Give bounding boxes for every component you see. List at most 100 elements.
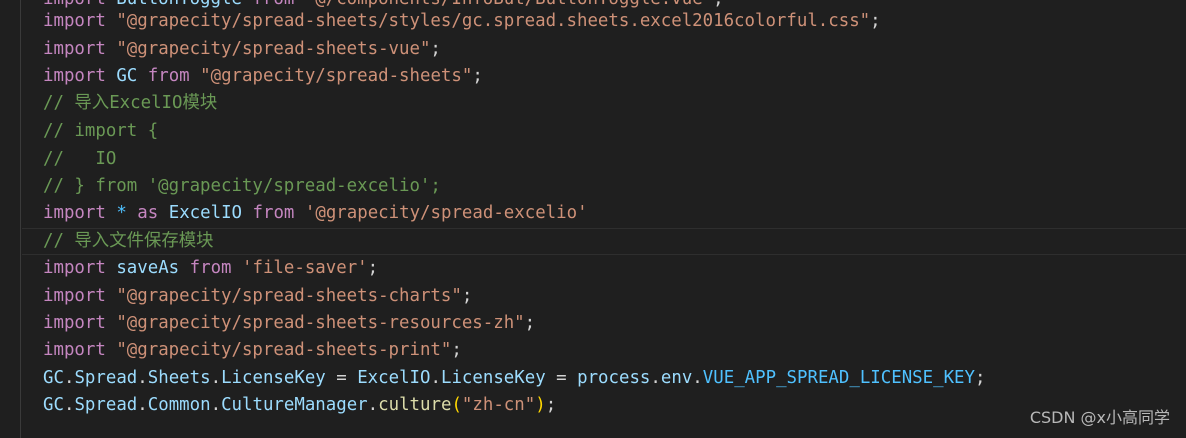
code-line-2[interactable]: import "@grapecity/spread-sheets-vue"; (43, 36, 441, 63)
identifier: CultureManager (221, 395, 368, 415)
identifier: LicenseKey (440, 368, 546, 388)
identifier: Spread (74, 395, 138, 415)
constant: VUE_APP_SPREAD_LICENSE_KEY (702, 368, 976, 388)
keyword: import (43, 39, 106, 59)
identifier: GC (116, 66, 138, 86)
operator: = (545, 368, 578, 388)
code-line-15[interactable]: GC.Spread.Common.CultureManager.culture(… (43, 392, 556, 419)
code-editor[interactable]: import ButtonToggle from '@/components/I… (0, 0, 1186, 438)
bracket: ) (535, 395, 546, 415)
identifier: ExcelIO (168, 203, 243, 223)
code-line-5[interactable]: // import { (43, 118, 158, 145)
comment: // } from '@grapecity/spread-excelio'; (43, 176, 441, 196)
code-line-12[interactable]: import "@grapecity/spread-sheets-resourc… (43, 310, 535, 337)
comment: // 导入ExcelIO模块 (43, 93, 218, 113)
code-line-7[interactable]: // } from '@grapecity/spread-excelio'; (43, 173, 441, 200)
code-line-13[interactable]: import "@grapecity/spread-sheets-print"; (43, 337, 462, 364)
comment: // IO (43, 149, 117, 169)
keyword: import (43, 286, 106, 306)
keyword: import (43, 66, 106, 86)
code-line-9[interactable]: // 导入文件保存模块 (43, 228, 214, 255)
keyword: import (43, 340, 106, 360)
dot: . (63, 395, 75, 415)
dot: . (63, 368, 75, 388)
string-literal: "@grapecity/spread-sheets/styles/gc.spre… (116, 11, 871, 31)
code-line-11[interactable]: import "@grapecity/spread-sheets-charts"… (43, 283, 472, 310)
string-literal: "zh-cn" (461, 395, 536, 415)
identifier: Spread (74, 368, 138, 388)
code-line-4[interactable]: // 导入ExcelIO模块 (43, 90, 217, 117)
identifier: env (660, 368, 693, 388)
string-literal: 'file-saver' (242, 258, 368, 278)
keyword: import (43, 11, 106, 31)
string-literal: '@grapecity/spread-excelio' (304, 203, 588, 223)
identifier: GC (43, 368, 64, 388)
identifier: Common (147, 395, 211, 415)
semicolon: ; (367, 258, 379, 278)
function-name: culture (378, 395, 452, 415)
keyword: as (137, 203, 159, 223)
dot: . (210, 368, 222, 388)
string-literal: "@grapecity/spread-sheets" (200, 66, 473, 86)
semicolon: ; (975, 368, 986, 388)
asterisk: * (116, 203, 127, 223)
semicolon: ; (451, 340, 462, 360)
comment: // 导入文件保存模块 (43, 231, 214, 251)
keyword: import (43, 313, 106, 333)
dot: . (430, 368, 441, 388)
identifier: GC (43, 395, 64, 415)
semicolon: ; (870, 11, 881, 31)
semicolon: ; (545, 395, 557, 415)
indent-guide (20, 0, 21, 438)
keyword: from (252, 203, 295, 223)
dot: . (367, 395, 379, 415)
keyword: import (43, 258, 106, 278)
identifier: LicenseKey (221, 368, 326, 388)
string-literal: "@grapecity/spread-sheets-vue" (116, 39, 431, 59)
dot: . (210, 395, 222, 415)
dot: . (137, 368, 148, 388)
semicolon: ; (524, 313, 536, 333)
code-line-6[interactable]: // IO (43, 146, 116, 173)
dot: . (650, 368, 661, 388)
code-line-8[interactable]: import * as ExcelIO from '@grapecity/spr… (43, 200, 588, 227)
dot: . (137, 395, 148, 415)
identifier: process (577, 368, 651, 388)
identifier: ExcelIO (357, 368, 431, 388)
semicolon: ; (472, 66, 483, 86)
watermark-text: CSDN @x小高同学 (1029, 408, 1170, 427)
string-literal: "@grapecity/spread-sheets-resources-zh" (116, 313, 525, 333)
keyword: import (43, 203, 106, 223)
dot: . (692, 368, 703, 388)
semicolon: ; (461, 286, 473, 306)
code-line-3[interactable]: import GC from "@grapecity/spread-sheets… (43, 63, 483, 90)
code-line-1[interactable]: import "@grapecity/spread-sheets/styles/… (43, 8, 881, 35)
identifier: saveAs (116, 258, 180, 278)
string-literal: "@grapecity/spread-sheets-print" (116, 340, 452, 360)
keyword: from (189, 258, 232, 278)
code-line-10[interactable]: import saveAs from 'file-saver'; (43, 255, 378, 282)
comment: // import { (43, 121, 159, 141)
identifier: Sheets (147, 368, 211, 388)
keyword: from (147, 66, 190, 86)
semicolon: ; (430, 39, 441, 59)
bracket: ( (451, 395, 462, 415)
string-literal: "@grapecity/spread-sheets-charts" (116, 286, 462, 306)
code-line-14[interactable]: GC.Spread.Sheets.LicenseKey = ExcelIO.Li… (43, 365, 986, 392)
